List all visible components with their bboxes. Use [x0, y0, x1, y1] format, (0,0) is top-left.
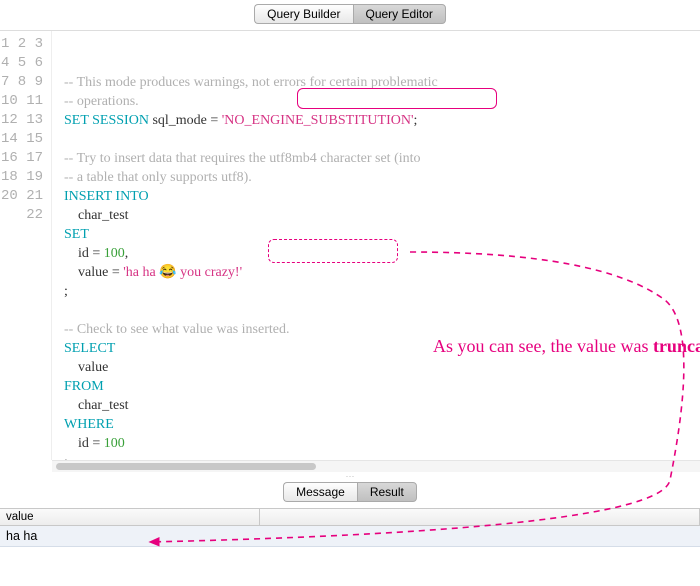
top-tab-bar: Query Builder Query Editor: [0, 0, 700, 30]
code-string: 'NO_ENGINE_SUBSTITUTION': [222, 113, 414, 128]
code-text: value: [64, 360, 108, 375]
results-tab-bar: Message Result: [0, 480, 700, 508]
tab-message[interactable]: Message: [283, 482, 357, 502]
code-comment: -- a table that only supports utf8).: [64, 170, 252, 185]
column-header-value[interactable]: value: [0, 509, 260, 525]
code-keyword: FROM: [64, 379, 104, 394]
code-comment: -- Try to insert data that requires the …: [64, 151, 421, 166]
sql-editor: 1 2 3 4 5 6 7 8 9 10 11 12 13 14 15 16 1…: [0, 30, 700, 460]
tab-result[interactable]: Result: [357, 482, 417, 502]
code-keyword: SET: [64, 227, 89, 242]
highlight-emoji-string: [268, 239, 398, 263]
code-keyword: SET SESSION: [64, 113, 149, 128]
code-string: 'ha ha 😂 you crazy!': [123, 265, 242, 280]
tab-query-builder[interactable]: Query Builder: [254, 4, 352, 24]
tab-query-editor[interactable]: Query Editor: [353, 4, 446, 24]
code-text: char_test: [64, 208, 129, 223]
highlight-no-engine-substitution: [297, 88, 497, 109]
horizontal-scrollbar[interactable]: [52, 460, 700, 472]
result-cell-value: ha ha: [0, 526, 260, 546]
annotation-text: As you can see, the value was truncated …: [407, 307, 700, 385]
results-empty-area: [0, 547, 700, 573]
column-header-empty: [260, 509, 700, 525]
code-keyword: INSERT INTO: [64, 189, 149, 204]
code-area[interactable]: -- This mode produces warnings, not erro…: [52, 31, 700, 460]
line-number-gutter: 1 2 3 4 5 6 7 8 9 10 11 12 13 14 15 16 1…: [0, 31, 52, 460]
code-number: 100: [104, 246, 125, 261]
code-comment: -- operations.: [64, 94, 139, 109]
code-keyword: SELECT: [64, 341, 115, 356]
scrollbar-thumb[interactable]: [56, 463, 316, 470]
results-header-row: value: [0, 509, 700, 526]
code-comment: -- Check to see what value was inserted.: [64, 322, 289, 337]
table-row[interactable]: ha ha: [0, 526, 700, 547]
pane-resize-grip[interactable]: ···: [0, 472, 700, 480]
code-number: 100: [104, 436, 125, 451]
code-text: char_test: [64, 398, 129, 413]
results-panel: value ha ha: [0, 508, 700, 573]
code-comment: -- This mode produces warnings, not erro…: [64, 75, 438, 90]
code-keyword: WHERE: [64, 417, 114, 432]
